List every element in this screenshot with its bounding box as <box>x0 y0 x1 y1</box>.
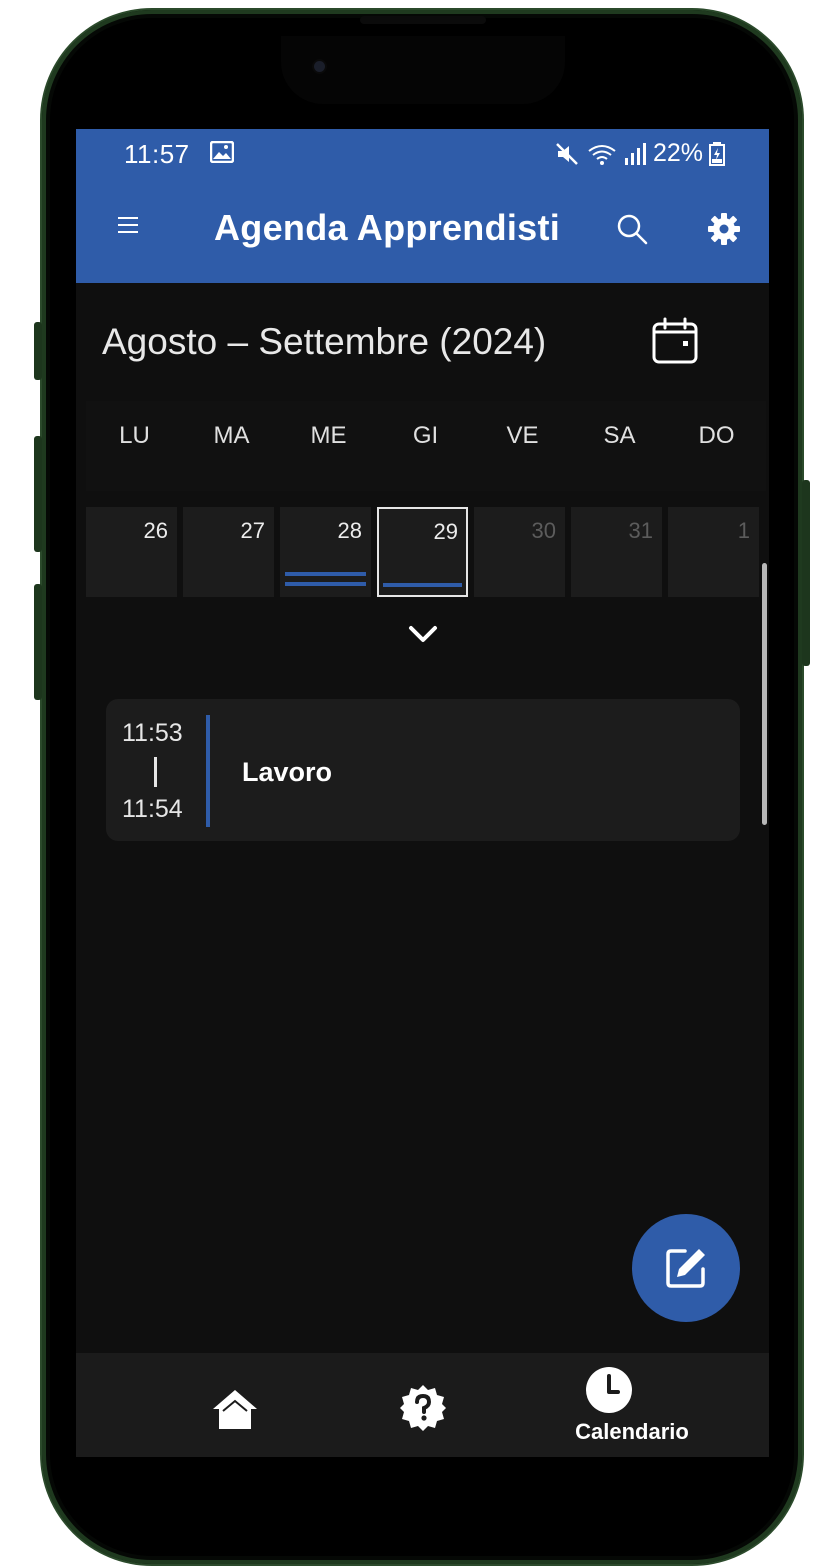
new-event-button[interactable] <box>632 1214 740 1322</box>
help-badge-icon <box>400 1385 446 1431</box>
menu-icon[interactable] <box>116 215 140 235</box>
weekday-label: LU <box>119 422 150 449</box>
event-indicator <box>285 572 366 576</box>
day-cell[interactable]: 1 <box>668 507 759 597</box>
signal-icon <box>624 142 646 165</box>
bottom-navigation: Calendario <box>76 1353 769 1457</box>
volume-up-button <box>34 436 42 552</box>
search-icon[interactable] <box>614 211 650 247</box>
calendar-icon[interactable] <box>650 316 700 366</box>
side-button <box>34 322 42 380</box>
day-number: 1 <box>737 518 750 543</box>
day-number: 28 <box>337 518 362 543</box>
event-accent-bar <box>206 715 210 827</box>
status-bar: 11:57 22% <box>76 129 769 177</box>
nav-label-calendario: Calendario <box>575 1419 689 1444</box>
day-number: 26 <box>143 518 168 543</box>
event-card[interactable]: 11:53 11:54 Lavoro <box>106 699 740 841</box>
day-cell-selected[interactable]: 29 <box>377 507 468 597</box>
day-cell[interactable]: 31 <box>571 507 662 597</box>
weekday-label: SA <box>603 422 636 449</box>
day-number: 29 <box>433 519 458 544</box>
weekday-label: DO <box>698 422 735 449</box>
weekday-label: VE <box>506 422 539 449</box>
home-icon <box>213 1390 257 1429</box>
image-notification-icon <box>210 141 234 163</box>
day-number: 27 <box>240 518 265 543</box>
volume-down-button <box>34 584 42 700</box>
clock-icon <box>586 1367 632 1413</box>
wifi-icon <box>588 144 616 165</box>
battery-percentage: 22% <box>652 139 703 167</box>
weekday-label: ME <box>310 422 347 449</box>
weekday-label: GI <box>412 422 439 449</box>
nav-calendario[interactable]: Calendario <box>575 1353 704 1457</box>
speaker-grille <box>360 16 486 24</box>
event-indicator <box>285 582 366 586</box>
day-cell[interactable]: 27 <box>183 507 274 597</box>
time-separator <box>154 757 157 787</box>
edit-icon <box>666 1249 705 1288</box>
gear-icon[interactable] <box>706 211 742 247</box>
day-cell[interactable]: 26 <box>86 507 177 597</box>
event-title: Lavoro <box>242 757 333 787</box>
day-number: 31 <box>628 518 653 543</box>
status-time: 11:57 <box>124 139 190 169</box>
power-button <box>802 480 810 666</box>
week-days-row: 26 27 28 29 30 31 1 <box>86 507 769 599</box>
event-end-time: 11:54 <box>122 795 183 823</box>
event-indicator <box>383 583 462 587</box>
battery-icon <box>709 141 725 166</box>
nav-help[interactable] <box>392 1353 456 1457</box>
chevron-down-icon[interactable] <box>406 623 440 647</box>
day-cell[interactable]: 28 <box>280 507 371 597</box>
event-start-time: 11:53 <box>122 719 183 747</box>
day-cell[interactable]: 30 <box>474 507 565 597</box>
app-title: Agenda Apprendisti <box>214 207 561 248</box>
month-range-title: Agosto – Settembre (2024) <box>102 321 547 362</box>
app-bar: Agenda Apprendisti <box>76 177 769 283</box>
front-camera <box>314 61 325 72</box>
mute-icon <box>556 142 578 165</box>
day-number: 30 <box>531 518 556 543</box>
status-indicators: 22% <box>555 139 725 168</box>
weekday-header: LU MA ME GI VE SA DO <box>86 401 766 491</box>
scrollbar[interactable] <box>762 563 767 825</box>
app-screen: 11:57 22% Agenda Apprendisti Agosto – Se… <box>76 129 769 1457</box>
nav-home[interactable] <box>204 1353 268 1457</box>
weekday-label: MA <box>213 422 250 449</box>
